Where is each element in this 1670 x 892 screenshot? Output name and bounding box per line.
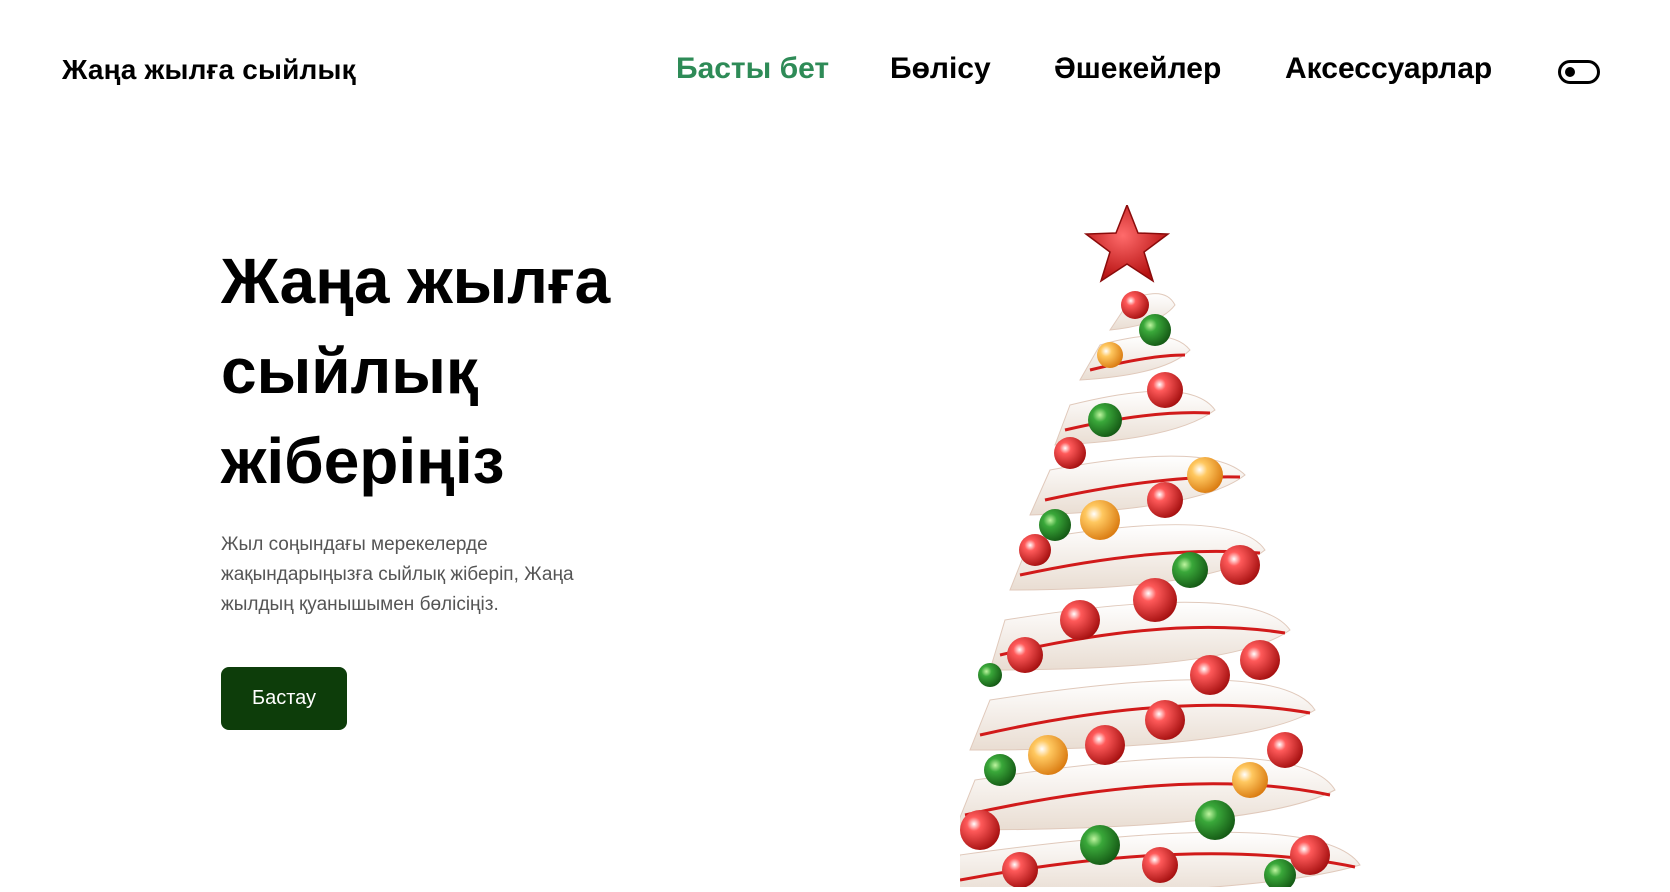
toggle-knob bbox=[1565, 67, 1575, 77]
tree-svg bbox=[950, 202, 1361, 892]
tree-star bbox=[1083, 202, 1171, 283]
nav-item-decorations[interactable]: Әшекейлер bbox=[1054, 52, 1221, 86]
christmas-tree-illustration bbox=[950, 202, 1440, 892]
nav-item-home[interactable]: Басты бет bbox=[676, 52, 829, 86]
hero-title: Жаңа жылға сыйлық жіберіңіз bbox=[221, 245, 611, 497]
theme-toggle-icon[interactable] bbox=[1558, 60, 1600, 84]
start-button[interactable]: Бастау bbox=[221, 667, 347, 730]
hero-description: Жыл соңындағы мерекелерде жақындарыңызға… bbox=[221, 534, 574, 615]
main-nav: Басты бет Бөлісу Әшекейлер Аксессуарлар bbox=[0, 52, 1670, 92]
nav-item-accessories[interactable]: Аксессуарлар bbox=[1285, 52, 1492, 86]
nav-item-share[interactable]: Бөлісу bbox=[890, 52, 991, 86]
site-header: Жаңа жылға сыйлық Басты бет Бөлісу Әшеке… bbox=[0, 0, 1670, 140]
